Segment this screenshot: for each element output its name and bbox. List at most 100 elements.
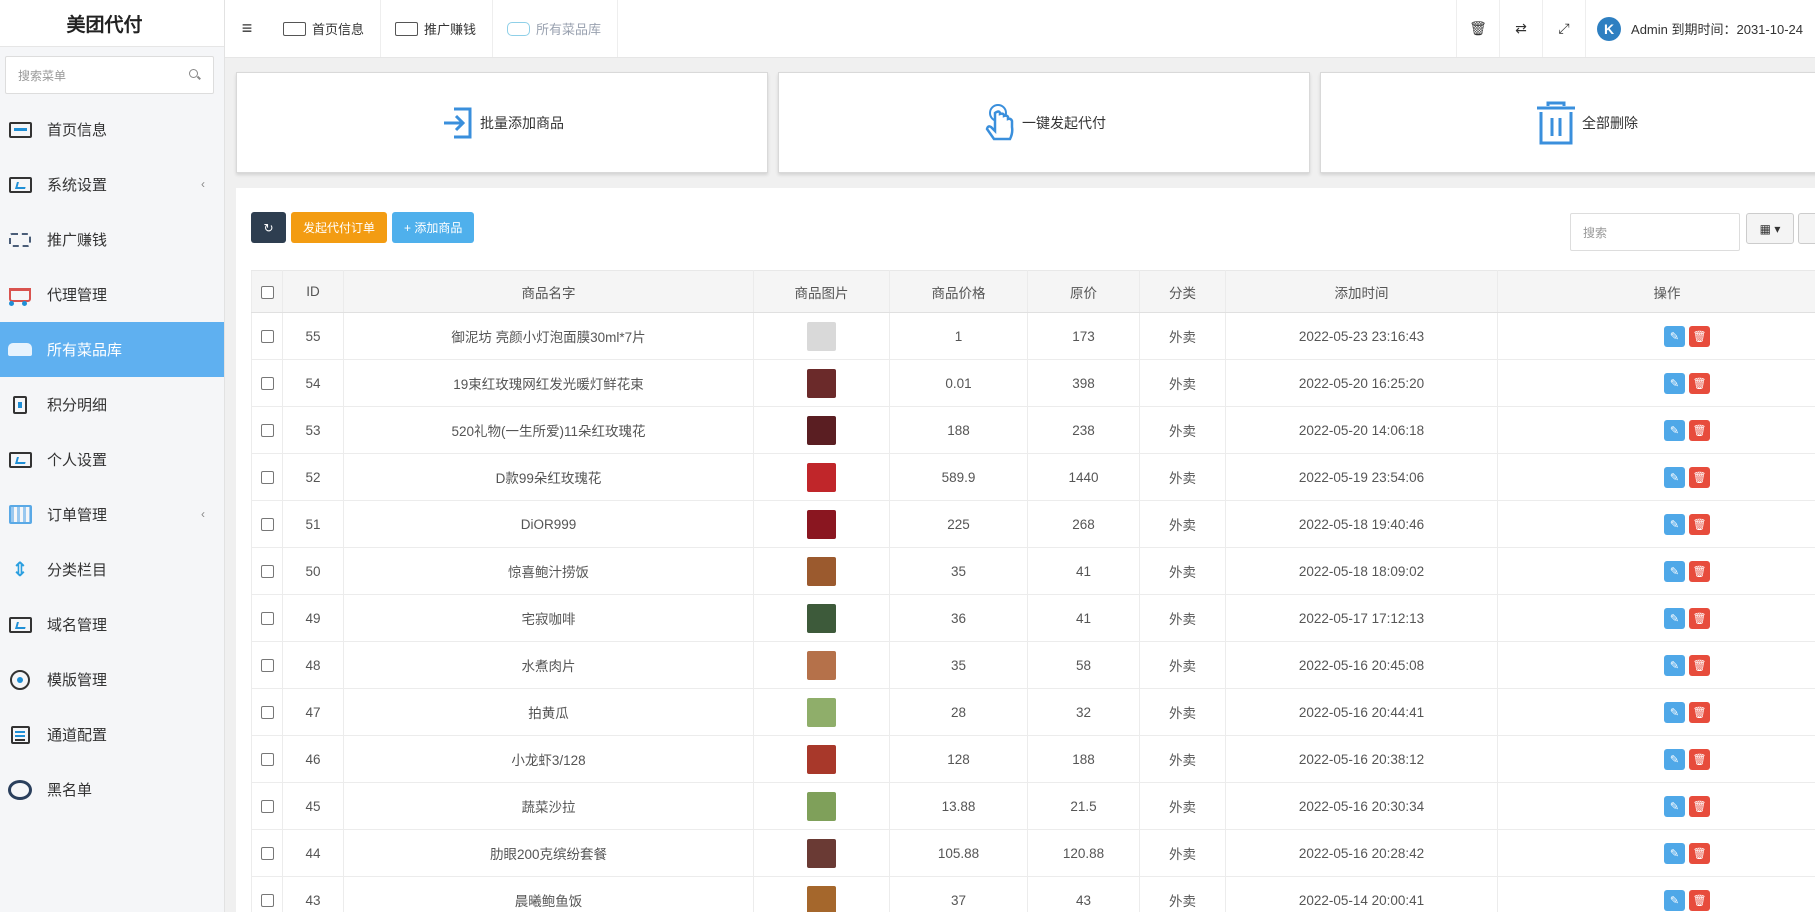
row-checkbox[interactable]	[260, 706, 274, 720]
sidebar-item-3[interactable]: 代理管理	[0, 267, 224, 322]
top-tab-1[interactable]: 推广赚钱	[381, 0, 494, 57]
sidebar-item-12[interactable]: 黑名单	[0, 762, 224, 817]
row-select-cell	[251, 641, 283, 689]
export-button[interactable]	[1798, 213, 1815, 244]
edit-icon[interactable]: ✎	[1664, 513, 1685, 535]
sidebar-item-11[interactable]: 通道配置	[0, 707, 224, 762]
delete-icon[interactable]: 🗑	[1689, 701, 1710, 723]
product-thumbnail[interactable]	[807, 791, 836, 821]
edit-icon[interactable]: ✎	[1664, 701, 1685, 723]
sidebar-item-0[interactable]: 首页信息	[0, 102, 224, 157]
col-category[interactable]: 分类	[1139, 270, 1226, 313]
add-product-button[interactable]: + 添加商品	[392, 212, 475, 243]
fullscreen-icon[interactable]: ⤢	[1542, 0, 1585, 57]
col-original-price[interactable]: 原价	[1027, 270, 1140, 313]
sidebar-item-10[interactable]: 模版管理	[0, 652, 224, 707]
top-tab-0[interactable]: 首页信息	[269, 0, 382, 57]
cell-category: 外卖	[1139, 782, 1226, 830]
sidebar-item-7[interactable]: 订单管理 ‹	[0, 487, 224, 542]
delete-all-card[interactable]: 全部删除	[1320, 72, 1815, 173]
top-tab-2[interactable]: 所有菜品库	[493, 0, 619, 57]
product-thumbnail[interactable]	[807, 603, 836, 633]
cell-category: 外卖	[1139, 688, 1226, 736]
product-thumbnail[interactable]	[807, 462, 836, 492]
row-checkbox[interactable]	[260, 659, 274, 673]
sidebar-item-4[interactable]: 所有菜品库	[0, 322, 224, 377]
select-all-checkbox[interactable]	[260, 285, 274, 299]
delete-icon[interactable]: 🗑	[1689, 748, 1710, 770]
product-thumbnail[interactable]	[807, 556, 836, 586]
delete-icon[interactable]: 🗑	[1689, 560, 1710, 582]
columns-toggle-button[interactable]: ▦ ▾	[1746, 213, 1794, 244]
edit-icon[interactable]: ✎	[1664, 748, 1685, 770]
delete-icon[interactable]: 🗑	[1689, 325, 1710, 347]
delete-icon[interactable]: 🗑	[1689, 513, 1710, 535]
edit-icon[interactable]: ✎	[1664, 325, 1685, 347]
sidebar-item-5[interactable]: 积分明细	[0, 377, 224, 432]
row-checkbox[interactable]	[260, 518, 274, 532]
start-order-button[interactable]: 发起代付订单	[291, 212, 388, 243]
cell-original-price: 21.5	[1027, 782, 1140, 830]
delete-icon[interactable]: 🗑	[1689, 795, 1710, 817]
sidebar-item-6[interactable]: 个人设置	[0, 432, 224, 487]
product-thumbnail[interactable]	[807, 838, 836, 868]
cell-actions: ✎ 🗑	[1497, 500, 1815, 548]
row-checkbox[interactable]	[260, 471, 274, 485]
one-click-pay-card[interactable]: 一键发起代付	[778, 72, 1310, 173]
product-thumbnail[interactable]	[807, 697, 836, 727]
delete-icon[interactable]: 🗑	[1689, 466, 1710, 488]
col-id[interactable]: ID	[282, 270, 344, 313]
row-checkbox[interactable]	[260, 565, 274, 579]
edit-icon[interactable]: ✎	[1664, 654, 1685, 676]
delete-icon[interactable]: 🗑	[1689, 654, 1710, 676]
col-name[interactable]: 商品名字	[343, 270, 754, 313]
product-thumbnail[interactable]	[807, 509, 836, 539]
edit-icon[interactable]: ✎	[1664, 795, 1685, 817]
row-checkbox[interactable]	[260, 424, 274, 438]
col-added-time[interactable]: 添加时间	[1225, 270, 1498, 313]
row-select-cell	[251, 547, 283, 595]
product-thumbnail[interactable]	[807, 321, 836, 351]
row-checkbox[interactable]	[260, 753, 274, 767]
delete-icon[interactable]: 🗑	[1689, 842, 1710, 864]
col-image[interactable]: 商品图片	[753, 270, 890, 313]
tree-icon: ⇕	[8, 560, 32, 580]
row-checkbox[interactable]	[260, 847, 274, 861]
user-info[interactable]: K Admin 到期时间：2031-10-24	[1585, 0, 1815, 57]
product-thumbnail[interactable]	[807, 415, 836, 445]
edit-icon[interactable]: ✎	[1664, 560, 1685, 582]
table-row: 53 520礼物(一生所爱)11朵红玫瑰花 188 238 外卖 2022-05-20 1…	[251, 406, 1815, 454]
edit-icon[interactable]: ✎	[1664, 419, 1685, 441]
product-thumbnail[interactable]	[807, 650, 836, 680]
refresh-button[interactable]: ↻	[251, 212, 286, 243]
sidebar-item-8[interactable]: ⇕ 分类栏目	[0, 542, 224, 597]
edit-icon[interactable]: ✎	[1664, 466, 1685, 488]
row-checkbox[interactable]	[260, 330, 274, 344]
edit-icon[interactable]: ✎	[1664, 889, 1685, 911]
edit-icon[interactable]: ✎	[1664, 372, 1685, 394]
batch-add-card[interactable]: 批量添加商品	[236, 72, 768, 173]
row-checkbox[interactable]	[260, 894, 274, 908]
product-thumbnail[interactable]	[807, 368, 836, 398]
edit-icon[interactable]: ✎	[1664, 607, 1685, 629]
delete-icon[interactable]: 🗑	[1689, 889, 1710, 911]
row-checkbox[interactable]	[260, 612, 274, 626]
sidebar-item-9[interactable]: 域名管理	[0, 597, 224, 652]
product-thumbnail[interactable]	[807, 744, 836, 774]
edit-icon[interactable]: ✎	[1664, 842, 1685, 864]
row-checkbox[interactable]	[260, 800, 274, 814]
translate-icon[interactable]: ⇄	[1499, 0, 1542, 57]
menu-toggle-icon[interactable]: ≡	[225, 0, 269, 57]
table-search-input[interactable]: 搜索	[1570, 213, 1740, 251]
row-checkbox[interactable]	[260, 377, 274, 391]
delete-icon[interactable]: 🗑	[1689, 607, 1710, 629]
delete-icon[interactable]: 🗑	[1689, 419, 1710, 441]
product-thumbnail[interactable]	[807, 885, 836, 912]
trash-icon[interactable]: 🗑	[1456, 0, 1499, 57]
select-all-header[interactable]	[251, 270, 283, 313]
sidebar-item-1[interactable]: 系统设置 ‹	[0, 157, 224, 212]
menu-search-input[interactable]: 搜索菜单	[5, 56, 214, 94]
col-price[interactable]: 商品价格	[889, 270, 1028, 313]
delete-icon[interactable]: 🗑	[1689, 372, 1710, 394]
sidebar-item-2[interactable]: 推广赚钱	[0, 212, 224, 267]
